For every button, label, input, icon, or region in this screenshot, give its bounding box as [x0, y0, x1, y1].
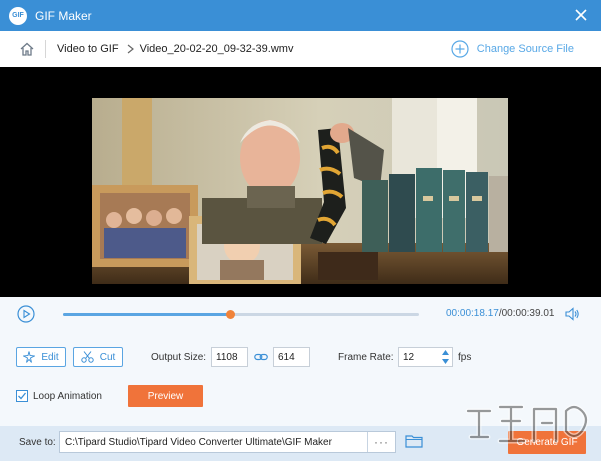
add-circle-icon [451, 40, 469, 58]
progress-fill [63, 313, 231, 316]
loop-animation-checkbox[interactable] [16, 390, 28, 402]
output-height-input[interactable] [273, 347, 310, 367]
progress-slider[interactable] [63, 310, 419, 319]
breadcrumb-video-to-gif[interactable]: Video to GIF [57, 43, 119, 55]
save-to-label: Save to: [19, 437, 56, 448]
checkmark-icon [18, 392, 27, 400]
volume-icon[interactable] [565, 307, 580, 321]
breadcrumb: Video to GIF Video_20-02-20_09-32-39.wmv… [0, 31, 601, 67]
app-logo: GIF [9, 6, 27, 25]
video-preview[interactable] [0, 67, 601, 297]
close-icon[interactable] [573, 7, 589, 23]
browse-path-button[interactable]: ··· [367, 432, 395, 452]
save-bar: Save to: C:\Tipard Studio\Tipard Video C… [0, 426, 601, 461]
cut-button[interactable]: Cut [73, 347, 123, 367]
home-icon[interactable] [19, 41, 35, 57]
stepper-down-icon[interactable] [441, 357, 450, 366]
edit-icon [23, 351, 36, 363]
video-frame [92, 98, 508, 284]
change-source-label: Change Source File [476, 43, 574, 55]
total-time: 00:00:39.01 [501, 308, 555, 319]
save-path-field[interactable]: C:\Tipard Studio\Tipard Video Converter … [59, 431, 396, 453]
title-bar: GIF GIF Maker [0, 0, 601, 31]
play-icon[interactable] [17, 305, 35, 323]
chevron-right-icon [127, 44, 134, 54]
output-width-input[interactable] [211, 347, 248, 367]
progress-handle[interactable] [226, 310, 236, 319]
stepper-up-icon[interactable] [441, 348, 450, 357]
output-size-label: Output Size: [151, 352, 207, 363]
edit-label: Edit [41, 351, 59, 363]
fps-label: fps [458, 352, 472, 363]
folder-icon[interactable] [405, 434, 423, 448]
save-path-text: C:\Tipard Studio\Tipard Video Converter … [65, 436, 332, 448]
cut-label: Cut [99, 351, 116, 363]
scissors-icon [81, 351, 94, 363]
current-time: 00:00:18.17 [446, 308, 499, 319]
divider [45, 40, 46, 58]
edit-button[interactable]: Edit [16, 347, 66, 367]
generate-gif-button[interactable]: Generate GIF [508, 431, 586, 454]
change-source-button[interactable]: Change Source File [451, 40, 574, 58]
loop-animation-label: Loop Animation [33, 391, 102, 402]
preview-button[interactable]: Preview [128, 385, 203, 407]
link-icon[interactable] [254, 351, 268, 363]
frame-rate-label: Frame Rate: [338, 352, 394, 363]
breadcrumb-file-name: Video_20-02-20_09-32-39.wmv [139, 43, 294, 55]
frame-rate-stepper [441, 348, 450, 366]
time-display: 00:00:18.17/00:00:39.01 [446, 308, 554, 319]
window-title: GIF Maker [35, 8, 92, 23]
